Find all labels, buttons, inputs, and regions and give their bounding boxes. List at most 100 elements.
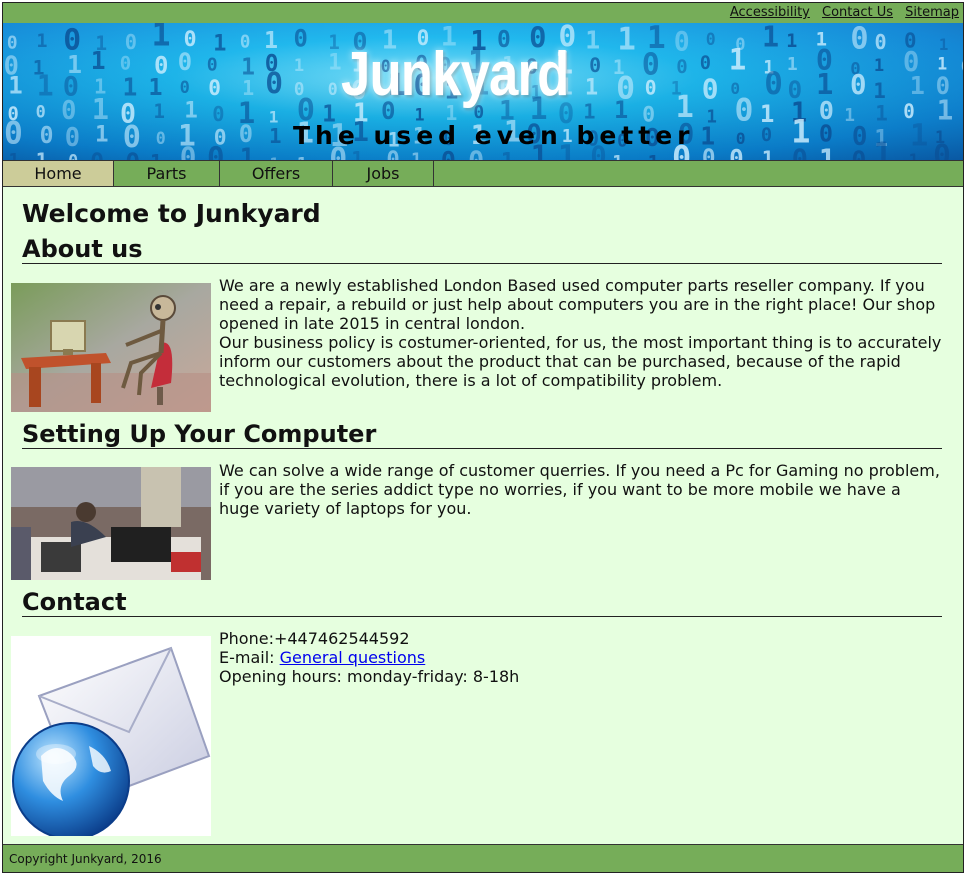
svg-text:0: 0 [706, 30, 716, 49]
setup-heading: Setting Up Your Computer [22, 420, 942, 449]
svg-text:1: 1 [91, 46, 106, 75]
nav-item-parts[interactable]: Parts [114, 161, 220, 186]
svg-text:1: 1 [297, 155, 308, 160]
svg-text:1: 1 [95, 122, 109, 148]
svg-text:1: 1 [786, 31, 797, 52]
about-heading: About us [22, 235, 942, 264]
svg-text:1: 1 [269, 124, 282, 148]
svg-text:0: 0 [702, 146, 716, 161]
svg-text:0: 0 [156, 129, 166, 148]
svg-text:1: 1 [123, 72, 138, 101]
contact-us-link[interactable]: Contact Us [822, 5, 893, 20]
svg-text:0: 0 [702, 72, 719, 105]
svg-text:1: 1 [762, 23, 779, 53]
about-text: We are a newly established London Based … [219, 276, 943, 390]
contact-heading: Contact [22, 588, 942, 617]
svg-text:0: 0 [265, 66, 283, 100]
svg-text:0: 0 [676, 56, 687, 78]
copyright-text: Copyright Junkyard, 2016 [9, 852, 162, 866]
svg-text:0: 0 [674, 27, 690, 58]
page: Accessibility Contact Us Sitemap 0010011… [2, 2, 964, 873]
svg-text:0: 0 [294, 25, 308, 53]
svg-text:1: 1 [36, 31, 47, 52]
svg-text:1: 1 [873, 137, 892, 160]
svg-text:0: 0 [36, 102, 46, 122]
svg-text:1: 1 [939, 35, 949, 54]
svg-text:0: 0 [933, 138, 951, 160]
svg-text:0: 0 [125, 30, 137, 54]
svg-text:1: 1 [294, 56, 304, 76]
svg-text:0: 0 [240, 32, 250, 52]
robot-at-computer-image [11, 283, 211, 416]
svg-text:0: 0 [764, 66, 783, 102]
svg-text:0: 0 [850, 70, 867, 101]
svg-text:0: 0 [61, 95, 76, 125]
svg-text:0: 0 [589, 54, 601, 77]
svg-text:0: 0 [68, 152, 78, 160]
svg-text:0: 0 [40, 123, 54, 149]
svg-text:1: 1 [612, 153, 623, 160]
svg-text:0: 0 [761, 125, 772, 146]
svg-text:1: 1 [585, 76, 598, 101]
svg-text:1: 1 [37, 69, 54, 102]
svg-text:1: 1 [819, 142, 836, 160]
nav-item-jobs[interactable]: Jobs [333, 161, 434, 186]
svg-text:1: 1 [762, 146, 774, 160]
general-questions-link[interactable]: General questions [280, 648, 426, 667]
svg-text:1: 1 [910, 119, 928, 154]
svg-text:0: 0 [212, 102, 224, 126]
svg-text:0: 0 [851, 145, 866, 160]
svg-text:0: 0 [645, 76, 657, 99]
svg-text:1: 1 [328, 49, 341, 75]
svg-text:1: 1 [760, 100, 774, 128]
svg-text:0: 0 [700, 53, 711, 74]
pc-repair-workbench-image [11, 467, 211, 584]
svg-text:0: 0 [120, 52, 131, 74]
svg-text:1: 1 [583, 99, 595, 123]
svg-text:1: 1 [240, 142, 255, 160]
svg-text:0: 0 [180, 78, 190, 98]
svg-text:1: 1 [617, 23, 635, 57]
svg-text:1: 1 [8, 151, 19, 160]
svg-text:0: 0 [850, 23, 868, 56]
svg-text:1: 1 [729, 42, 747, 76]
svg-text:1: 1 [585, 26, 600, 55]
accessibility-link[interactable]: Accessibility [730, 5, 810, 20]
svg-text:1: 1 [411, 150, 422, 160]
nav-item-home[interactable]: Home [3, 161, 114, 186]
svg-text:0: 0 [729, 145, 744, 161]
main-nav: Home Parts Offers Jobs [3, 161, 963, 187]
svg-text:1: 1 [8, 72, 22, 100]
svg-text:0: 0 [65, 122, 80, 152]
sitemap-link[interactable]: Sitemap [905, 5, 959, 20]
svg-text:1: 1 [148, 73, 162, 101]
svg-text:0: 0 [4, 116, 23, 152]
contact-email-row: E-mail: General questions [219, 648, 943, 667]
contact-text: Phone:+447462544592 E-mail: General ques… [219, 629, 943, 686]
site-tagline: The used even better [293, 121, 695, 150]
contact-hours: Opening hours: monday-friday: 8-18h [219, 667, 520, 686]
svg-text:1: 1 [909, 151, 919, 160]
site-title: Junkyard [341, 40, 569, 109]
svg-text:1: 1 [910, 71, 925, 100]
svg-text:1: 1 [648, 152, 660, 160]
nav-item-offers[interactable]: Offers [220, 161, 333, 186]
svg-text:0: 0 [90, 149, 104, 161]
svg-text:0: 0 [328, 80, 338, 99]
svg-text:1: 1 [152, 23, 171, 54]
footer: Copyright Junkyard, 2016 [3, 844, 963, 872]
svg-text:1: 1 [873, 79, 886, 103]
svg-text:1: 1 [875, 101, 888, 126]
contact-phone: Phone:+447462544592 [219, 629, 410, 648]
svg-text:1: 1 [937, 94, 954, 127]
svg-text:0: 0 [207, 54, 218, 75]
svg-text:1: 1 [270, 154, 280, 160]
svg-text:1: 1 [614, 96, 628, 124]
svg-text:0: 0 [961, 57, 963, 76]
about-paragraph-1: We are a newly established London Based … [219, 276, 936, 333]
svg-text:0: 0 [180, 140, 197, 160]
page-title: Welcome to Junkyard [22, 199, 321, 228]
about-paragraph-2: Our business policy is costumer-oriented… [219, 333, 942, 390]
svg-text:1: 1 [874, 56, 884, 76]
svg-text:0: 0 [178, 48, 192, 76]
